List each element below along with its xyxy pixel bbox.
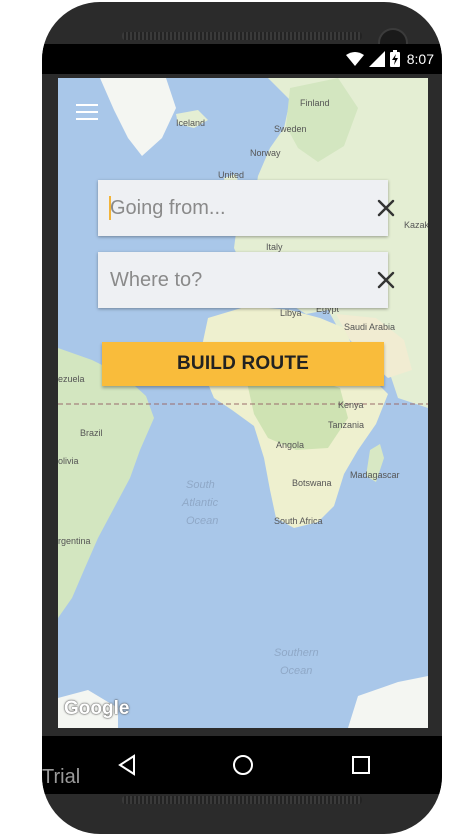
from-field[interactable] — [98, 179, 395, 237]
clear-from-button[interactable] — [377, 188, 395, 228]
build-route-button[interactable]: BUILD ROUTE — [102, 342, 384, 386]
map-label-brazil: Brazil — [80, 428, 103, 438]
bottom-speaker — [122, 796, 362, 804]
signal-icon — [368, 50, 385, 67]
map-label-norway: Norway — [250, 148, 281, 158]
map-label-south-atlantic-1: South — [186, 479, 215, 491]
close-icon — [377, 271, 395, 289]
map-label-south-atlantic-2: Atlantic — [181, 497, 219, 509]
from-input[interactable] — [98, 179, 377, 237]
map-label-angola: Angola — [276, 440, 304, 450]
trial-watermark: Trial — [42, 766, 81, 788]
hamburger-menu-icon[interactable] — [76, 104, 98, 122]
menu-line — [76, 104, 98, 106]
map-label-kazakh: Kazak — [404, 220, 428, 230]
map-label-finland: Finland — [300, 98, 330, 108]
world-map[interactable]: Finland Iceland Sweden Norway United Kaz… — [58, 78, 428, 728]
map-label-southern-1: Southern — [274, 647, 319, 659]
back-button[interactable] — [112, 750, 142, 780]
status-icons: 8:07 — [345, 50, 434, 67]
map-label-libya: Libya — [280, 308, 302, 318]
map-label-iceland: Iceland — [176, 118, 205, 128]
map-label-sweden: Sweden — [274, 124, 307, 134]
map-label-botswana: Botswana — [292, 478, 332, 488]
to-field[interactable] — [98, 251, 395, 309]
top-speaker — [122, 32, 362, 40]
wifi-icon — [345, 51, 364, 66]
map-label-argentina: rgentina — [58, 536, 91, 546]
home-circle-icon — [233, 755, 253, 775]
app-screen: Finland Iceland Sweden Norway United Kaz… — [58, 78, 428, 728]
recents-button[interactable] — [346, 750, 376, 780]
google-attribution: Google — [64, 698, 130, 719]
battery-charging-icon — [389, 50, 400, 67]
map-label-saudi: Saudi Arabia — [344, 322, 395, 332]
map-label-kenya: Kenya — [338, 400, 364, 410]
close-icon — [377, 199, 395, 217]
home-button[interactable] — [228, 750, 258, 780]
clear-to-button[interactable] — [377, 260, 395, 300]
menu-line — [76, 118, 98, 120]
back-triangle-icon — [118, 754, 135, 776]
map-label-madagascar: Madagascar — [350, 470, 400, 480]
map-label-south-africa: South Africa — [274, 516, 323, 526]
map-label-south-atlantic-3: Ocean — [186, 515, 218, 527]
menu-line — [76, 111, 98, 113]
map-label-venezuela: ezuela — [58, 374, 85, 384]
clock-time: 8:07 — [406, 50, 434, 67]
navigation-bar — [42, 736, 442, 794]
map-label-bolivia: olivia — [58, 456, 79, 466]
map-label-southern-2: Ocean — [280, 665, 312, 677]
phone-frame: 8:07 Finland Iceland Sweden Norway Unite… — [42, 2, 442, 834]
map-label-tanzania: Tanzania — [328, 420, 364, 430]
text-caret — [109, 196, 111, 220]
to-input[interactable] — [98, 251, 377, 309]
recents-square-icon — [352, 756, 370, 774]
status-bar: 8:07 — [42, 44, 442, 74]
